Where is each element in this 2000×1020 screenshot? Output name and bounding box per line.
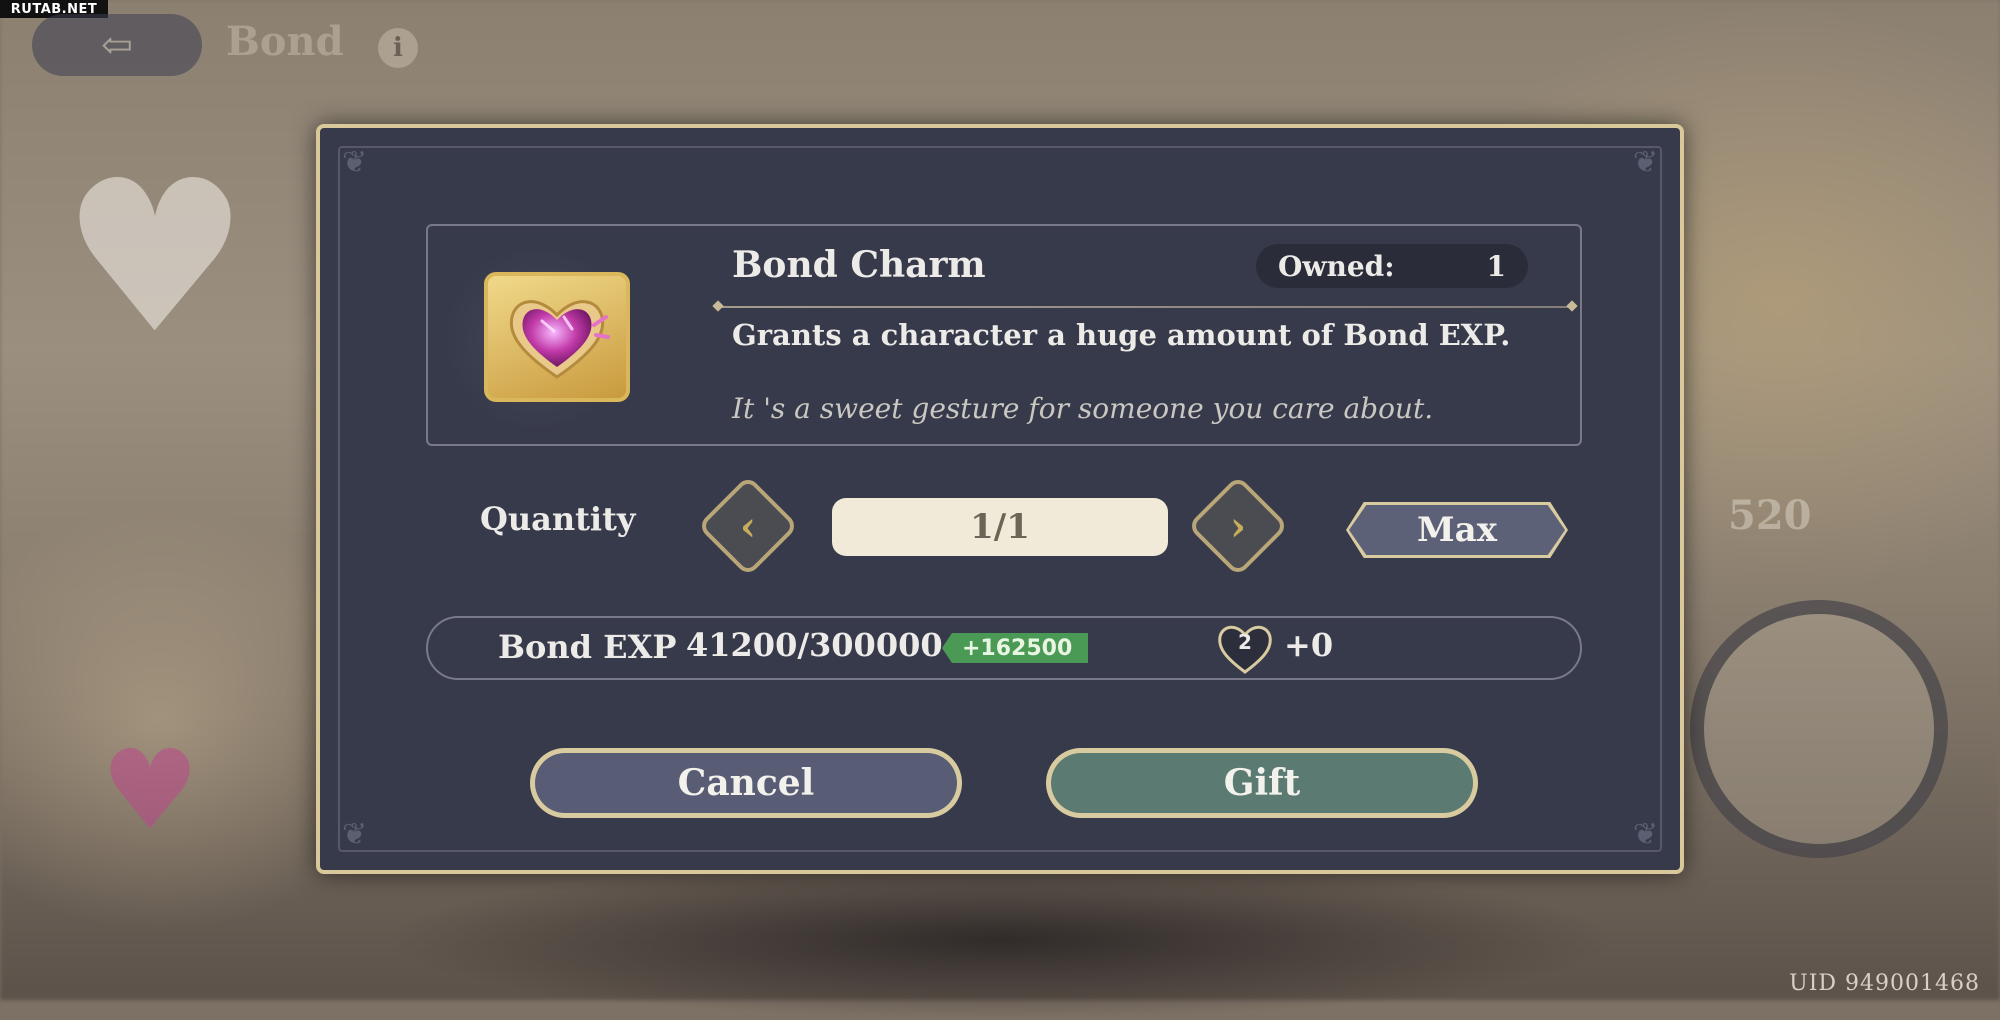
back-button[interactable]: ⇦ <box>32 14 202 76</box>
bond-exp-label: Bond EXP <box>498 628 677 666</box>
back-arrow-icon: ⇦ <box>101 23 133 67</box>
quantity-field[interactable]: 1/1 <box>832 498 1168 556</box>
max-button-label: Max <box>1349 505 1565 555</box>
bond-exp-gain-badge: +162500 <box>942 633 1089 663</box>
cancel-button[interactable]: Cancel <box>530 748 962 818</box>
background-item-circle <box>1690 600 1948 858</box>
page-title: Bond <box>226 18 344 65</box>
background-heart-icon: ♥ <box>60 135 250 380</box>
bond-exp-bar: Bond EXP 41200/300000 +162500 2 +0 <box>426 616 1582 680</box>
owned-count: 1 <box>1486 249 1506 283</box>
bond-level-number: 2 <box>1238 630 1252 654</box>
chevron-right-icon: › <box>1230 502 1246 550</box>
uid-label: UID 949001468 <box>1789 971 1980 996</box>
info-icon[interactable]: i <box>378 28 418 68</box>
item-divider <box>718 306 1572 308</box>
item-description: Grants a character a huge amount of Bond… <box>732 318 1511 352</box>
item-name: Bond Charm <box>732 244 986 286</box>
heart-gem-icon <box>484 272 630 402</box>
item-card: Bond Charm Owned: 1 Grants a character a… <box>426 224 1582 446</box>
item-flavor-text: It 's a sweet gesture for someone you ca… <box>732 392 1434 425</box>
chevron-left-icon: ‹ <box>740 502 756 550</box>
bond-exp-value: 41200/300000 <box>686 626 943 664</box>
background-gift-heart-icon: ♥ <box>100 726 200 854</box>
cancel-button-label: Cancel <box>535 753 957 813</box>
gift-button[interactable]: Gift <box>1046 748 1478 818</box>
corner-ornament-icon: ❦ <box>1632 145 1658 180</box>
quantity-label: Quantity <box>480 500 636 538</box>
gift-button-label: Gift <box>1051 753 1473 813</box>
background-character <box>380 860 1620 1020</box>
corner-ornament-icon: ❦ <box>342 145 368 180</box>
bond-level-gain: +0 <box>1284 626 1334 664</box>
bond-level-heart-icon: 2 <box>1214 620 1276 676</box>
max-button[interactable]: Max <box>1346 502 1568 558</box>
owned-label: Owned: <box>1278 249 1395 283</box>
corner-ornament-icon: ❦ <box>1632 817 1658 852</box>
background-stat-number: 520 <box>1728 492 1812 539</box>
corner-ornament-icon: ❦ <box>342 817 368 852</box>
gift-dialog: ❦ ❦ ❦ ❦ Bond Charm Owned: 1 Grants a cha… <box>316 124 1684 874</box>
owned-badge: Owned: 1 <box>1256 244 1528 288</box>
